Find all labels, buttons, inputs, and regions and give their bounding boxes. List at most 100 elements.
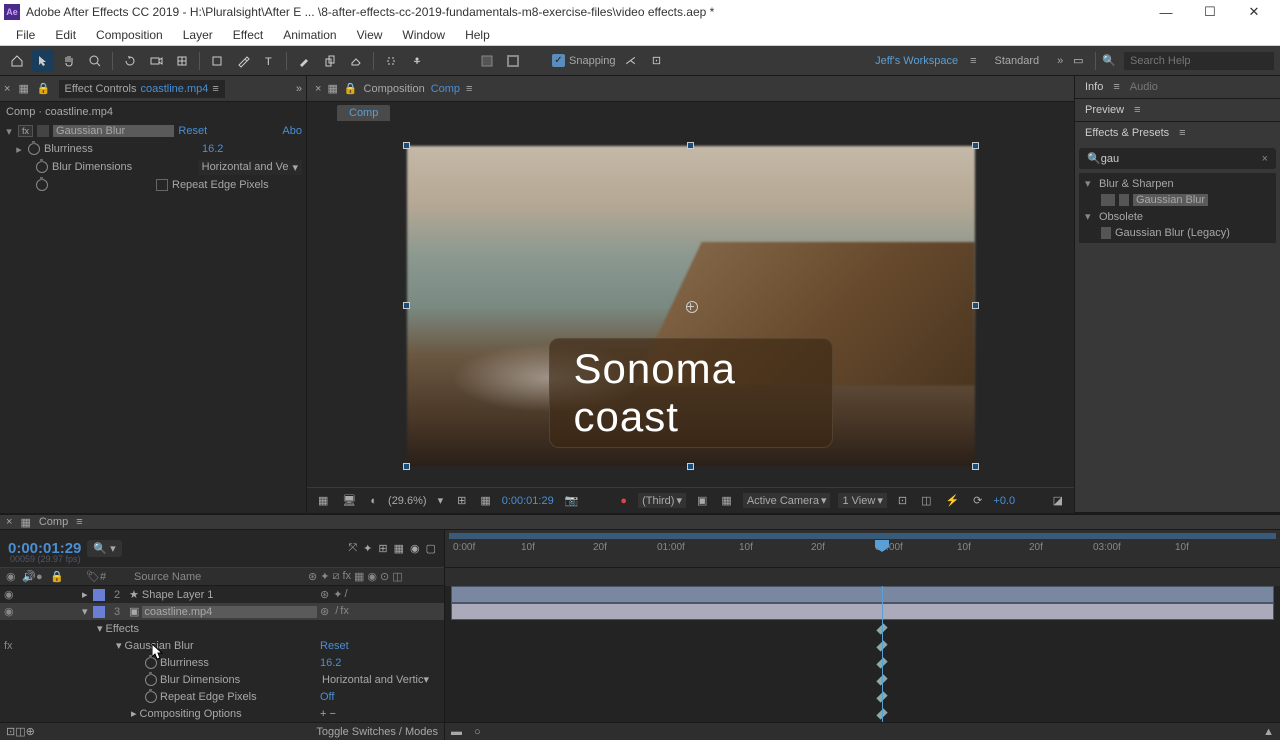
share-icon[interactable]: ⊡	[895, 494, 910, 507]
tab-info[interactable]: Info	[1085, 81, 1103, 93]
handle-tm[interactable]	[687, 142, 694, 149]
pen-tool[interactable]	[232, 50, 254, 72]
tl-tool-icon[interactable]: ▦	[394, 542, 404, 555]
comp-subtab[interactable]: Comp	[337, 105, 390, 121]
panel-close-icon[interactable]: ×	[315, 83, 321, 95]
preset-category[interactable]: ▾ Blur & Sharpen	[1079, 175, 1276, 192]
rectangle-tool[interactable]	[206, 50, 228, 72]
workspace-menu-icon[interactable]: ≡	[970, 55, 976, 67]
tl-tool-icon[interactable]: ◉	[410, 542, 420, 555]
tab-menu-icon[interactable]: ≡	[466, 83, 472, 95]
tab-audio[interactable]: Audio	[1130, 81, 1158, 93]
menu-composition[interactable]: Composition	[86, 26, 173, 44]
3d-icon[interactable]: ◫	[918, 494, 934, 507]
transparency-icon[interactable]: ▦	[718, 494, 734, 507]
handle-mr[interactable]	[972, 302, 979, 309]
eye-icon[interactable]: ◉	[4, 588, 16, 601]
timeline-tracks[interactable]	[445, 586, 1280, 722]
preset-category[interactable]: ▾ Obsolete	[1079, 208, 1276, 225]
menu-effect[interactable]: Effect	[223, 26, 273, 44]
alpha-icon[interactable]: ▦	[315, 494, 331, 507]
prop-value[interactable]: Off	[320, 691, 440, 703]
tab-preview[interactable]: Preview	[1085, 104, 1124, 116]
toggle-switches[interactable]: Toggle Switches / Modes	[316, 726, 438, 738]
handle-ml[interactable]	[403, 302, 410, 309]
res-icon[interactable]: ⊞	[454, 494, 469, 507]
pan-behind-tool[interactable]	[171, 50, 193, 72]
clear-search-icon[interactable]: ×	[1262, 153, 1268, 165]
blur-dim-dropdown[interactable]: Horizontal and Ve▾	[198, 160, 302, 175]
eye-icon[interactable]: ◉	[4, 605, 16, 618]
tab-effects-presets[interactable]: Effects & Presets	[1085, 127, 1169, 139]
panel-lock-icon[interactable]: 🔒	[37, 82, 51, 95]
effects-group[interactable]: ▾ Effects	[0, 620, 444, 637]
presets-search-input[interactable]	[1101, 153, 1262, 165]
footer-icon[interactable]: ◫	[15, 725, 25, 738]
hand-tool[interactable]	[58, 50, 80, 72]
tl-tool-icon[interactable]: ⤧	[348, 542, 357, 555]
viewer-time[interactable]: 0:00:01:29	[502, 495, 554, 507]
prop-value[interactable]: 16.2	[320, 657, 440, 669]
effect-gaussian-blur-row[interactable]: ▾ fx Gaussian Blur Reset Abo	[0, 122, 306, 140]
zoom-slider[interactable]: ○	[474, 726, 481, 738]
resolution-dropdown[interactable]: (Third)▾	[638, 493, 686, 508]
menu-window[interactable]: Window	[392, 26, 455, 44]
tl-tool-icon[interactable]: ⊞	[378, 542, 387, 555]
about-link[interactable]: Abo	[282, 125, 302, 137]
reset-link[interactable]: Reset	[178, 125, 278, 137]
anchor-point-icon[interactable]	[683, 298, 699, 314]
timeline-tab[interactable]: Comp	[39, 516, 68, 528]
menu-help[interactable]: Help	[455, 26, 500, 44]
clone-tool[interactable]	[319, 50, 341, 72]
workspace-standard[interactable]: Standard	[995, 55, 1040, 67]
rotobrush-tool[interactable]	[380, 50, 402, 72]
close-button[interactable]: ✕	[1232, 0, 1276, 24]
fx-badge[interactable]: fx	[18, 125, 33, 137]
timeline-search[interactable]: 🔍 ▾	[87, 540, 121, 557]
layer-bar[interactable]	[451, 603, 1274, 620]
tl-tool-icon[interactable]: ✦	[363, 542, 372, 555]
camera-tool[interactable]	[145, 50, 167, 72]
eraser-tool[interactable]	[345, 50, 367, 72]
menu-layer[interactable]: Layer	[173, 26, 223, 44]
zoom-in-icon[interactable]: ▲	[1263, 726, 1274, 738]
add-icon[interactable]: + −	[320, 708, 440, 720]
layer-row-shape[interactable]: ◉ ▸ 2 ★ Shape Layer 1 ⊛✦/	[0, 586, 444, 603]
roi-icon[interactable]: ▣	[694, 494, 710, 507]
stopwatch-icon[interactable]	[145, 691, 157, 703]
menu-animation[interactable]: Animation	[273, 26, 346, 44]
work-area[interactable]	[449, 533, 1276, 539]
mask-icon[interactable]: ◐	[367, 495, 380, 507]
layer-bar[interactable]	[451, 586, 1274, 603]
footer-icon[interactable]: ⊕	[26, 725, 35, 738]
channel-icon[interactable]: ●	[617, 495, 630, 507]
composition-viewer[interactable]: Sonoma coast	[307, 124, 1074, 487]
prop-value[interactable]: 16.2	[202, 143, 302, 155]
tab-effect-controls[interactable]: Effect Controls coastline.mp4 ≡	[59, 80, 225, 98]
handle-bm[interactable]	[687, 463, 694, 470]
workspace-overflow-icon[interactable]: »	[1057, 55, 1063, 67]
camera-dropdown[interactable]: Active Camera▾	[743, 493, 831, 508]
tab-comp-name[interactable]: Comp	[431, 83, 460, 95]
puppet-tool[interactable]	[406, 50, 428, 72]
zoom-tool[interactable]	[84, 50, 106, 72]
panel-close-icon[interactable]: ×	[4, 83, 10, 95]
rotation-tool[interactable]	[119, 50, 141, 72]
stopwatch-icon[interactable]	[36, 179, 48, 191]
snapping-checkbox[interactable]: ✓ Snapping	[552, 54, 616, 67]
panel-close-icon[interactable]: ×	[6, 516, 12, 528]
stopwatch-icon[interactable]	[145, 674, 157, 686]
menu-edit[interactable]: Edit	[45, 26, 86, 44]
tab-menu-icon[interactable]: ≡	[76, 516, 82, 528]
minimize-button[interactable]: —	[1144, 0, 1188, 24]
toolbar-icon[interactable]: ▭	[1067, 50, 1089, 72]
fill-icon[interactable]	[476, 50, 498, 72]
snap-opt1-icon[interactable]: ⋌	[620, 50, 642, 72]
menu-file[interactable]: File	[6, 26, 45, 44]
tab-menu-icon[interactable]: ≡	[1134, 104, 1140, 116]
tab-menu-icon[interactable]: ≡	[1113, 81, 1119, 93]
footer-icon[interactable]: ⊡	[6, 725, 15, 738]
zoom-out-icon[interactable]: ▬	[451, 726, 462, 738]
preset-item-gaussian-blur-legacy[interactable]: Gaussian Blur (Legacy)	[1079, 225, 1276, 241]
reset-link[interactable]: Reset	[320, 640, 440, 652]
